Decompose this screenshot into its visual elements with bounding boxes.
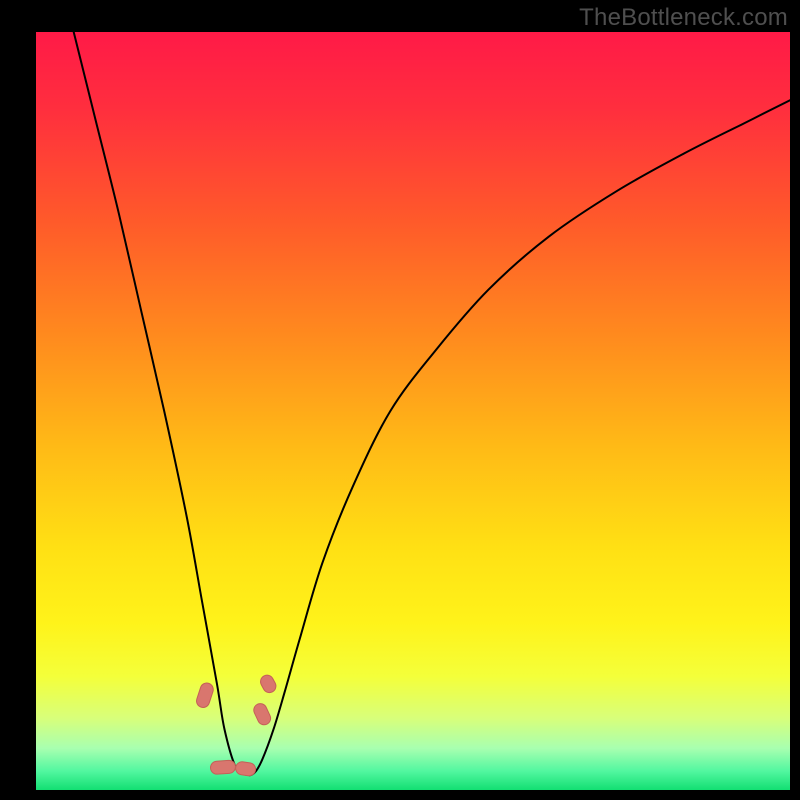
plot-area bbox=[36, 32, 790, 790]
highlight-marker bbox=[210, 760, 236, 775]
gradient-background bbox=[36, 32, 790, 790]
watermark-text: TheBottleneck.com bbox=[579, 4, 788, 32]
chart-svg bbox=[36, 32, 790, 790]
chart-frame: TheBottleneck.com bbox=[0, 0, 800, 800]
